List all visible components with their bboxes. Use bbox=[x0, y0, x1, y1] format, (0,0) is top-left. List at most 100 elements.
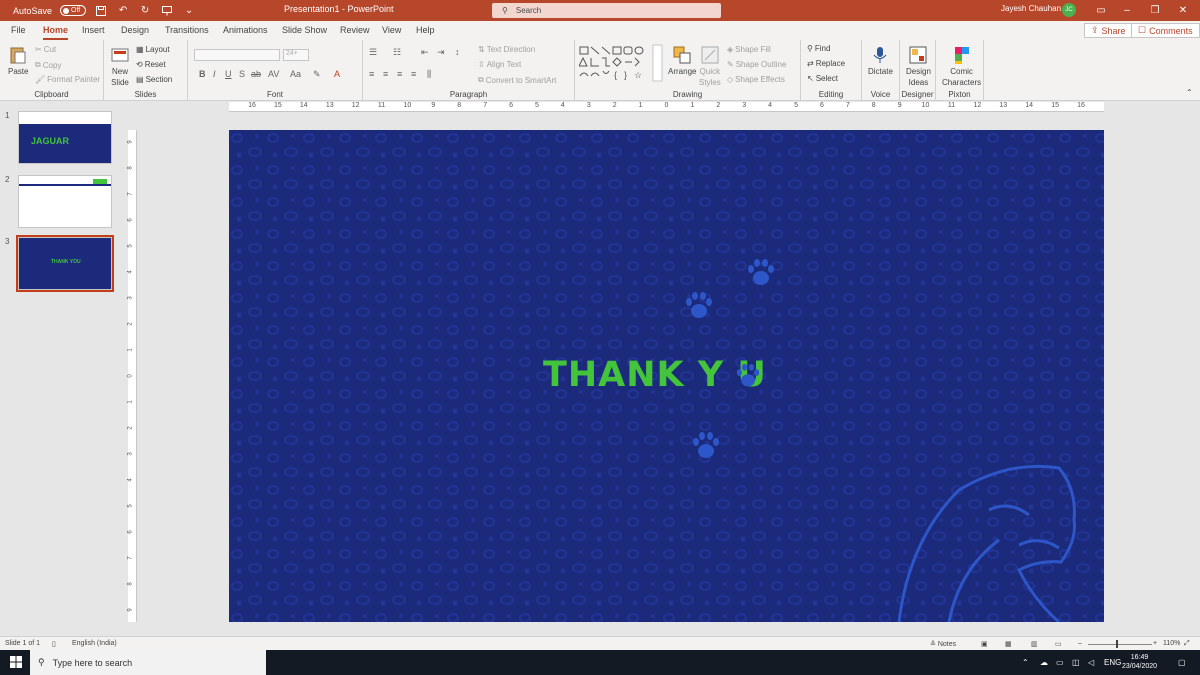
comments-button[interactable]: ☐ Comments bbox=[1131, 23, 1200, 38]
taskbar-search[interactable]: ⚲ Type here to search bbox=[30, 650, 266, 675]
keyboard-language[interactable]: ENG bbox=[1104, 658, 1121, 667]
avatar[interactable]: JC bbox=[1062, 3, 1076, 17]
spacing-button[interactable]: AV bbox=[268, 69, 279, 79]
zoom-level[interactable]: 110% bbox=[1163, 640, 1180, 647]
text-direction-button[interactable]: ⇅ Text Direction bbox=[478, 45, 535, 54]
customize-toolbar-icon[interactable]: ⌄ bbox=[182, 4, 196, 18]
slide-thumbnail[interactable] bbox=[18, 175, 112, 228]
outdent-icon[interactable]: ⇥ bbox=[437, 47, 445, 58]
bold-button[interactable]: B bbox=[199, 69, 206, 79]
align-text-button[interactable]: ⇳ Align Text bbox=[478, 60, 521, 69]
slide-sorter-icon[interactable]: ▦ bbox=[1005, 640, 1012, 648]
font-color-button[interactable]: A bbox=[334, 69, 340, 79]
search-box[interactable]: ⚲ Search bbox=[492, 3, 721, 18]
highlight-icon[interactable]: ✎ bbox=[313, 69, 321, 80]
tab-home[interactable]: Home bbox=[43, 25, 69, 40]
notes-button[interactable]: ≙ Notes bbox=[930, 640, 956, 648]
tab-slide-show[interactable]: Slide Show bbox=[282, 25, 327, 35]
zoom-slider-thumb[interactable] bbox=[1116, 640, 1118, 648]
underline-button[interactable]: U bbox=[225, 69, 232, 79]
case-button[interactable]: Aa bbox=[290, 69, 301, 79]
replace-button[interactable]: ⇄ Replace bbox=[807, 59, 845, 68]
present-icon[interactable] bbox=[160, 4, 174, 18]
autosave-toggle[interactable]: Off bbox=[60, 5, 87, 16]
find-button[interactable]: ⚲ Find bbox=[807, 44, 830, 53]
shapes-gallery[interactable]: { } ☆ bbox=[579, 44, 663, 82]
comment-icon: ☐ bbox=[1138, 25, 1147, 35]
paste-button[interactable]: Paste bbox=[8, 45, 28, 76]
people-icon[interactable]: ⌃ bbox=[1022, 658, 1029, 667]
slide-canvas[interactable]: THANK Y U bbox=[229, 130, 1104, 622]
font-name-field[interactable] bbox=[194, 49, 280, 61]
clock[interactable]: 16:49 23/04/2020 bbox=[1122, 653, 1157, 671]
cut-button[interactable]: ✂ Cut bbox=[35, 45, 56, 54]
italic-button[interactable]: I bbox=[213, 69, 216, 79]
convert-smartart-button[interactable]: ⧉ Convert to SmartArt bbox=[478, 75, 556, 85]
save-icon[interactable] bbox=[94, 4, 108, 18]
zoom-out-button[interactable]: – bbox=[1078, 640, 1082, 647]
zoom-slider[interactable] bbox=[1088, 644, 1152, 645]
language-indicator[interactable]: English (India) bbox=[72, 640, 117, 647]
close-icon[interactable]: ✕ bbox=[1170, 0, 1196, 21]
shape-effects-button[interactable]: ◇ Shape Effects bbox=[727, 75, 785, 84]
minimize-icon[interactable]: – bbox=[1114, 0, 1140, 21]
spellcheck-icon[interactable]: ▯ bbox=[52, 640, 56, 648]
slide-thumbnail[interactable]: JAGUAR bbox=[18, 111, 112, 164]
layout-button[interactable]: ▦ Layout bbox=[136, 45, 170, 54]
shape-fill-button[interactable]: ◈ Shape Fill bbox=[727, 45, 771, 54]
slideshow-view-icon[interactable]: ▭ bbox=[1055, 640, 1062, 648]
format-painter-button[interactable]: 🖌 Format Painter bbox=[35, 75, 100, 84]
shape-outline-button[interactable]: ✎ Shape Outline bbox=[727, 60, 786, 69]
line-spacing-icon[interactable]: ↕ bbox=[455, 47, 460, 57]
new-slide-button[interactable]: New Slide bbox=[110, 45, 130, 87]
normal-view-icon[interactable]: ▣ bbox=[981, 640, 988, 648]
user-name[interactable]: Jayesh Chauhan bbox=[1001, 4, 1061, 13]
justify-icon[interactable]: ≡ bbox=[411, 69, 416, 79]
fit-slide-icon[interactable]: ⤢ bbox=[1184, 640, 1190, 648]
align-center-icon[interactable]: ≡ bbox=[383, 69, 388, 79]
tab-review[interactable]: Review bbox=[340, 25, 370, 35]
tab-view[interactable]: View bbox=[382, 25, 401, 35]
comic-characters-button[interactable]: Comic Characters bbox=[942, 45, 981, 87]
copy-button[interactable]: ⧉ Copy bbox=[35, 60, 61, 70]
windows-start-icon[interactable] bbox=[10, 656, 22, 668]
cloud-icon[interactable]: ☁ bbox=[1040, 658, 1048, 667]
dictate-button[interactable]: Dictate bbox=[868, 45, 893, 76]
thank-you-heading[interactable]: THANK Y U bbox=[543, 355, 767, 395]
notification-icon[interactable]: ▢ bbox=[1178, 658, 1186, 667]
redo-icon[interactable]: ↻ bbox=[138, 4, 152, 18]
align-right-icon[interactable]: ≡ bbox=[397, 69, 402, 79]
tab-design[interactable]: Design bbox=[121, 25, 149, 35]
reading-view-icon[interactable]: ▥ bbox=[1031, 640, 1038, 648]
bullets-icon[interactable]: ☰ bbox=[369, 47, 377, 58]
collapse-ribbon-icon[interactable]: ⌃ bbox=[1186, 88, 1193, 97]
numbering-icon[interactable]: ☷ bbox=[393, 47, 401, 58]
restore-icon[interactable]: ❐ bbox=[1142, 0, 1168, 21]
volume-icon[interactable]: ◁ bbox=[1088, 658, 1094, 667]
indent-icon[interactable]: ⇤ bbox=[421, 47, 429, 58]
font-size-field[interactable]: 24+ bbox=[283, 49, 309, 61]
align-left-icon[interactable]: ≡ bbox=[369, 69, 374, 79]
ribbon-display-icon[interactable]: ▭ bbox=[1088, 0, 1114, 21]
zoom-in-button[interactable]: + bbox=[1153, 640, 1157, 647]
slide-thumbnail[interactable]: THANK YOU bbox=[16, 235, 114, 292]
columns-icon[interactable]: ⫼ bbox=[427, 69, 431, 80]
shadow-button[interactable]: S bbox=[239, 69, 245, 79]
battery-icon[interactable]: ▭ bbox=[1056, 658, 1064, 667]
arrange-button[interactable]: Arrange bbox=[668, 45, 696, 76]
network-icon[interactable]: ◫ bbox=[1072, 658, 1080, 667]
select-button[interactable]: ↖ Select bbox=[807, 74, 838, 83]
tab-animations[interactable]: Animations bbox=[223, 25, 268, 35]
reset-button[interactable]: ⟲ Reset bbox=[136, 60, 166, 69]
tab-transitions[interactable]: Transitions bbox=[165, 25, 209, 35]
design-ideas-button[interactable]: Design Ideas bbox=[906, 45, 931, 87]
tab-file[interactable]: File bbox=[11, 25, 26, 35]
section-button[interactable]: ▤ Section bbox=[136, 75, 172, 84]
strikethrough-button[interactable]: ab bbox=[251, 69, 261, 79]
tab-help[interactable]: Help bbox=[416, 25, 435, 35]
tab-insert[interactable]: Insert bbox=[82, 25, 105, 35]
undo-icon[interactable]: ↶ bbox=[116, 4, 130, 18]
quick-styles-button[interactable]: Quick Styles bbox=[699, 45, 721, 87]
ruler-tick-label: 5 bbox=[535, 102, 539, 109]
share-button[interactable]: ⇪ Share bbox=[1084, 23, 1133, 38]
